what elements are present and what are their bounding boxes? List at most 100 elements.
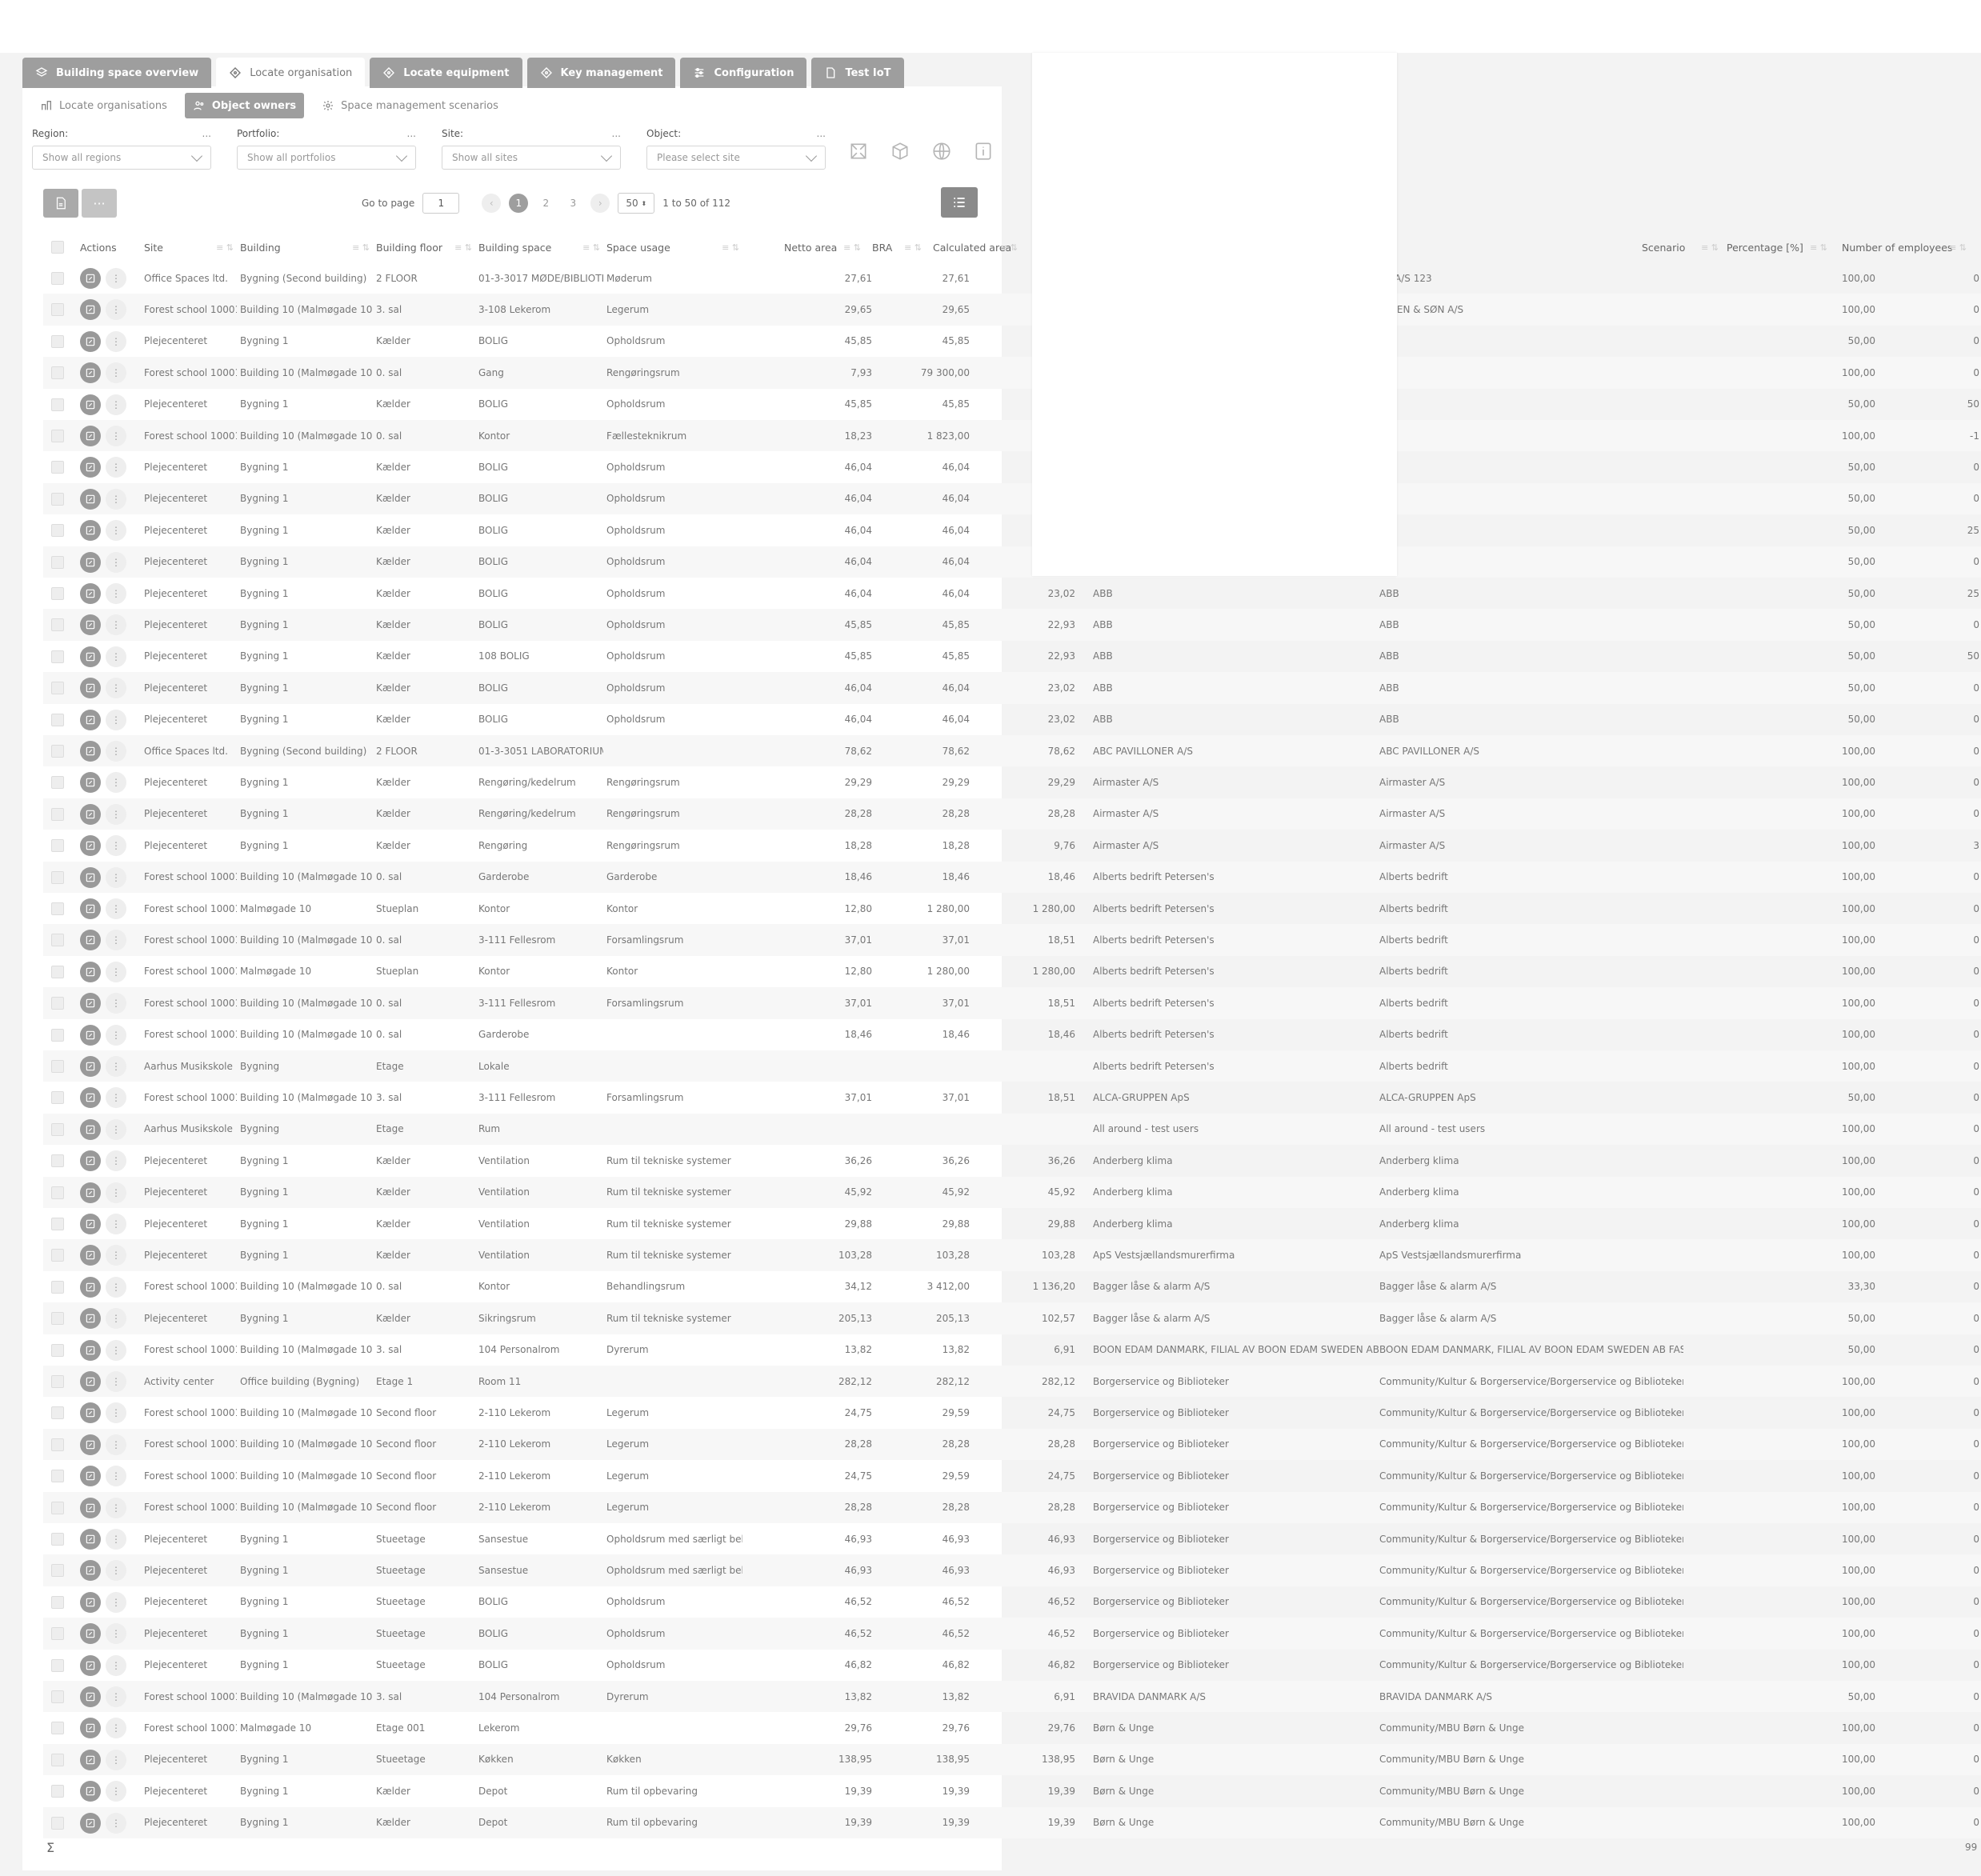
edit-button[interactable] bbox=[80, 1654, 101, 1676]
edit-button[interactable] bbox=[80, 488, 101, 510]
row-menu-button[interactable]: ⋮ bbox=[106, 1214, 126, 1234]
row-checkbox[interactable] bbox=[51, 1375, 64, 1388]
edit-button[interactable] bbox=[80, 898, 101, 919]
row-checkbox[interactable] bbox=[51, 1186, 64, 1199]
row-menu-button[interactable]: ⋮ bbox=[106, 1056, 126, 1077]
edit-button[interactable] bbox=[80, 520, 101, 542]
row-checkbox[interactable] bbox=[51, 1280, 64, 1294]
row-menu-button[interactable]: ⋮ bbox=[106, 362, 126, 384]
filter-select[interactable]: Show all portfolios bbox=[237, 146, 416, 170]
row-checkbox[interactable] bbox=[51, 1122, 64, 1136]
more-actions-button[interactable]: ··· bbox=[82, 189, 117, 218]
row-checkbox[interactable] bbox=[51, 1343, 64, 1357]
column-header-netto-area[interactable]: Netto area ≡ ⇅ bbox=[784, 232, 864, 262]
row-menu-button[interactable]: ⋮ bbox=[106, 394, 126, 415]
row-menu-button[interactable]: ⋮ bbox=[106, 488, 126, 510]
edit-button[interactable] bbox=[80, 1214, 101, 1234]
row-menu-button[interactable]: ⋮ bbox=[106, 330, 126, 352]
row-menu-button[interactable]: ⋮ bbox=[106, 993, 126, 1014]
tab-key-management[interactable]: Key management bbox=[526, 58, 676, 88]
row-checkbox[interactable] bbox=[51, 555, 64, 569]
row-checkbox[interactable] bbox=[51, 1501, 64, 1514]
export-button[interactable] bbox=[43, 189, 78, 218]
sort-icon[interactable]: ≡ ⇅ bbox=[1810, 242, 1827, 253]
subtab-space-management-scenarios[interactable]: Space management scenarios bbox=[314, 93, 506, 118]
row-menu-button[interactable]: ⋮ bbox=[106, 866, 126, 888]
row-menu-button[interactable]: ⋮ bbox=[106, 1749, 126, 1770]
row-checkbox[interactable] bbox=[51, 303, 64, 317]
row-menu-button[interactable]: ⋮ bbox=[106, 1339, 126, 1361]
column-header-percentage-[interactable]: Percentage [%] ≡ ⇅ bbox=[1727, 232, 1831, 262]
tab-locate-organisation[interactable]: Locate organisation bbox=[216, 58, 366, 88]
row-checkbox[interactable] bbox=[51, 430, 64, 442]
edit-button[interactable] bbox=[80, 1434, 101, 1455]
tab-locate-equipment[interactable]: Locate equipment bbox=[370, 58, 522, 88]
row-checkbox[interactable] bbox=[51, 524, 64, 538]
row-menu-button[interactable]: ⋮ bbox=[106, 1118, 126, 1140]
filter-menu-icon[interactable]: ... bbox=[407, 128, 416, 141]
row-checkbox[interactable] bbox=[51, 461, 64, 474]
column-header-space-usage[interactable]: Space usage ≡ ⇅ bbox=[606, 232, 742, 262]
row-menu-button[interactable]: ⋮ bbox=[106, 1591, 126, 1613]
row-checkbox[interactable] bbox=[51, 334, 64, 348]
row-checkbox[interactable] bbox=[51, 1564, 64, 1578]
edit-button[interactable] bbox=[80, 1686, 101, 1707]
filter-menu-icon[interactable]: ... bbox=[817, 128, 826, 141]
edit-button[interactable] bbox=[80, 772, 101, 794]
sort-icon[interactable]: ≡ ⇅ bbox=[352, 242, 370, 253]
edit-button[interactable] bbox=[80, 614, 101, 636]
row-menu-button[interactable]: ⋮ bbox=[106, 520, 126, 542]
edit-button[interactable] bbox=[80, 583, 101, 604]
row-checkbox[interactable] bbox=[51, 965, 64, 978]
column-header-site[interactable]: Site ≡ ⇅ bbox=[144, 232, 237, 262]
row-menu-button[interactable]: ⋮ bbox=[106, 930, 126, 951]
row-menu-button[interactable]: ⋮ bbox=[106, 772, 126, 794]
subtab-locate-organisations[interactable]: Locate organisations bbox=[32, 93, 175, 118]
sort-icon[interactable]: ≡ ⇅ bbox=[843, 242, 861, 253]
row-checkbox[interactable] bbox=[51, 618, 64, 632]
filter-select[interactable]: Show all regions bbox=[32, 146, 211, 170]
row-menu-button[interactable]: ⋮ bbox=[106, 1623, 126, 1645]
row-checkbox[interactable] bbox=[51, 1658, 64, 1672]
list-view-button[interactable] bbox=[941, 187, 978, 218]
tab-building-space-overview[interactable]: Building space overview bbox=[22, 58, 212, 88]
edit-button[interactable] bbox=[80, 1024, 101, 1046]
edit-button[interactable] bbox=[80, 268, 101, 289]
row-menu-button[interactable]: ⋮ bbox=[106, 1245, 126, 1266]
row-checkbox[interactable] bbox=[51, 1406, 64, 1420]
row-menu-button[interactable]: ⋮ bbox=[106, 1812, 126, 1834]
row-checkbox[interactable] bbox=[51, 1470, 64, 1483]
edit-button[interactable] bbox=[80, 330, 101, 352]
edit-button[interactable] bbox=[80, 1182, 101, 1203]
row-menu-button[interactable]: ⋮ bbox=[106, 1182, 126, 1203]
column-header-building[interactable]: Building ≡ ⇅ bbox=[240, 232, 373, 262]
edit-button[interactable] bbox=[80, 709, 101, 730]
edit-button[interactable] bbox=[80, 866, 101, 888]
edit-button[interactable] bbox=[80, 1812, 101, 1834]
select-all-checkbox[interactable] bbox=[51, 241, 64, 254]
filter-menu-icon[interactable]: ... bbox=[612, 128, 621, 141]
edit-button[interactable] bbox=[80, 1308, 101, 1330]
row-checkbox[interactable] bbox=[51, 934, 64, 947]
filter-menu-icon[interactable]: ... bbox=[202, 128, 211, 141]
row-checkbox[interactable] bbox=[51, 1785, 64, 1798]
row-menu-button[interactable]: ⋮ bbox=[106, 551, 126, 573]
row-menu-button[interactable]: ⋮ bbox=[106, 1024, 126, 1046]
column-header-calculated-area[interactable]: Calculated area ≡ ⇅ bbox=[933, 232, 1021, 262]
edit-button[interactable] bbox=[80, 1118, 101, 1140]
edit-button[interactable] bbox=[80, 803, 101, 825]
globe-icon[interactable] bbox=[930, 139, 954, 163]
row-checkbox[interactable] bbox=[51, 1249, 64, 1262]
row-checkbox[interactable] bbox=[51, 1753, 64, 1766]
row-checkbox[interactable] bbox=[51, 1816, 64, 1830]
column-header-number-of-employees[interactable]: Number of employees ≡ ⇅ bbox=[1842, 232, 1970, 262]
sort-icon[interactable]: ≡ ⇅ bbox=[582, 242, 600, 253]
row-menu-button[interactable]: ⋮ bbox=[106, 614, 126, 636]
row-checkbox[interactable] bbox=[51, 682, 64, 695]
edit-button[interactable] bbox=[80, 741, 101, 762]
tab-configuration[interactable]: Configuration bbox=[680, 58, 807, 88]
row-checkbox[interactable] bbox=[51, 366, 64, 380]
row-menu-button[interactable]: ⋮ bbox=[106, 426, 126, 446]
edit-button[interactable] bbox=[80, 457, 101, 478]
page-1-button[interactable]: 1 bbox=[509, 194, 529, 213]
